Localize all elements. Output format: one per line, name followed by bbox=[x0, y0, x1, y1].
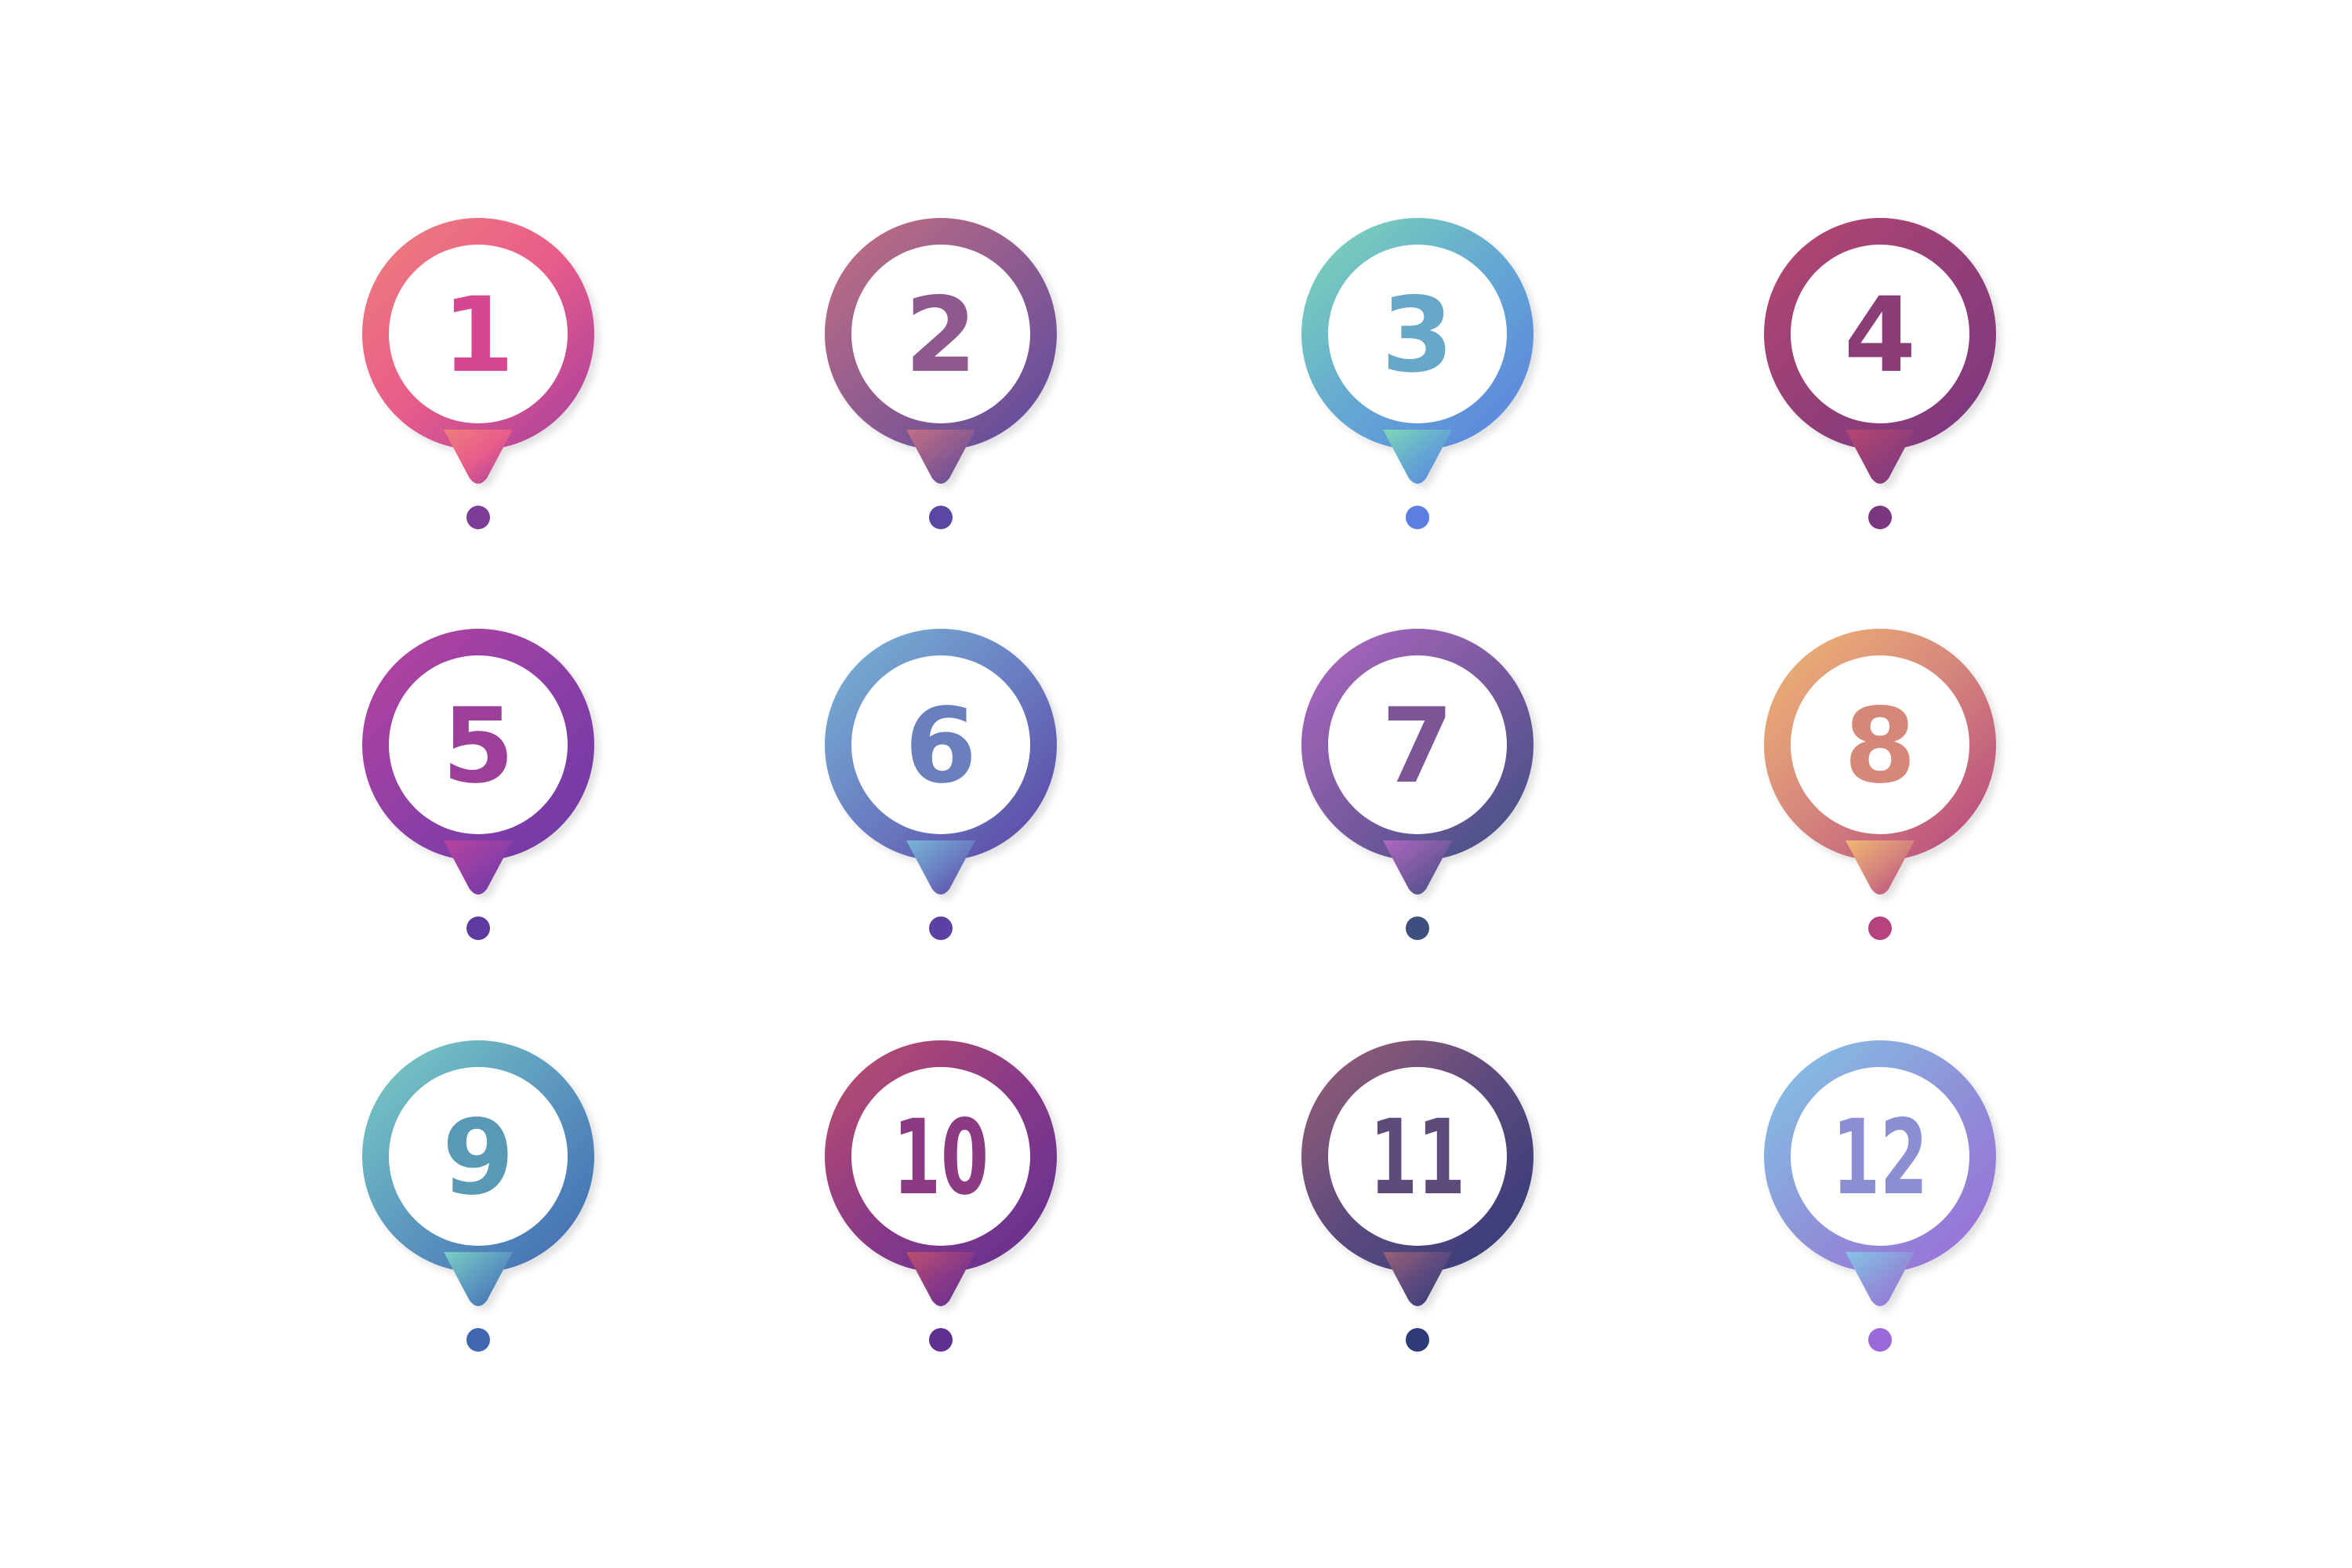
map-pin-2: 2 bbox=[825, 218, 1057, 529]
pin-tail bbox=[906, 840, 975, 895]
map-pin-10: 10 bbox=[825, 1040, 1057, 1352]
numbered-map-pin-grid: 1 2 3 45 6 7 89 10 11 12 bbox=[362, 218, 1996, 1352]
map-pin-9: 9 bbox=[362, 1040, 594, 1352]
location-dot bbox=[466, 506, 490, 529]
location-dot bbox=[1406, 1328, 1429, 1352]
location-dot bbox=[466, 1328, 490, 1352]
pin-number-label: 2 bbox=[905, 275, 977, 396]
pin-number-label: 10 bbox=[893, 1098, 989, 1218]
pin-tail bbox=[1383, 840, 1452, 895]
map-pin-11: 11 bbox=[1301, 1040, 1534, 1352]
pin-tail bbox=[1383, 430, 1452, 484]
map-pin-1: 1 bbox=[362, 218, 594, 529]
pin-tail bbox=[444, 1252, 513, 1306]
map-pin-7: 7 bbox=[1301, 629, 1534, 940]
map-pin-5: 5 bbox=[362, 629, 594, 940]
pin-number-label: 6 bbox=[905, 686, 977, 807]
pin-number-label: 12 bbox=[1832, 1098, 1928, 1218]
location-dot bbox=[1406, 916, 1429, 940]
map-pin-6: 6 bbox=[825, 629, 1057, 940]
pin-tail bbox=[1846, 1252, 1915, 1306]
pin-number-label: 8 bbox=[1844, 686, 1916, 807]
pin-tail bbox=[444, 430, 513, 484]
map-pin-12: 12 bbox=[1764, 1040, 1996, 1352]
pin-number-label: 4 bbox=[1844, 275, 1916, 396]
map-pin-3: 3 bbox=[1301, 218, 1534, 529]
location-dot bbox=[1868, 916, 1892, 940]
pin-tail bbox=[1846, 840, 1915, 895]
pin-number-label: 1 bbox=[442, 275, 514, 396]
location-dot bbox=[1868, 506, 1892, 529]
pin-tail bbox=[444, 840, 513, 895]
pin-tail bbox=[1383, 1252, 1452, 1306]
pin-number-label: 3 bbox=[1381, 275, 1454, 396]
location-dot bbox=[466, 916, 490, 940]
location-dot bbox=[1868, 1328, 1892, 1352]
pin-number-label: 11 bbox=[1370, 1098, 1465, 1218]
location-dot bbox=[929, 506, 953, 529]
map-pin-8: 8 bbox=[1764, 629, 1996, 940]
location-dot bbox=[929, 1328, 953, 1352]
pin-number-label: 7 bbox=[1381, 686, 1454, 807]
pin-tail bbox=[906, 430, 975, 484]
location-dot bbox=[1406, 506, 1429, 529]
pin-tail bbox=[906, 1252, 975, 1306]
pin-number-label: 5 bbox=[442, 686, 514, 807]
pin-tail bbox=[1846, 430, 1915, 484]
pin-number-label: 9 bbox=[442, 1098, 514, 1218]
map-pin-4: 4 bbox=[1764, 218, 1996, 529]
location-dot bbox=[929, 916, 953, 940]
